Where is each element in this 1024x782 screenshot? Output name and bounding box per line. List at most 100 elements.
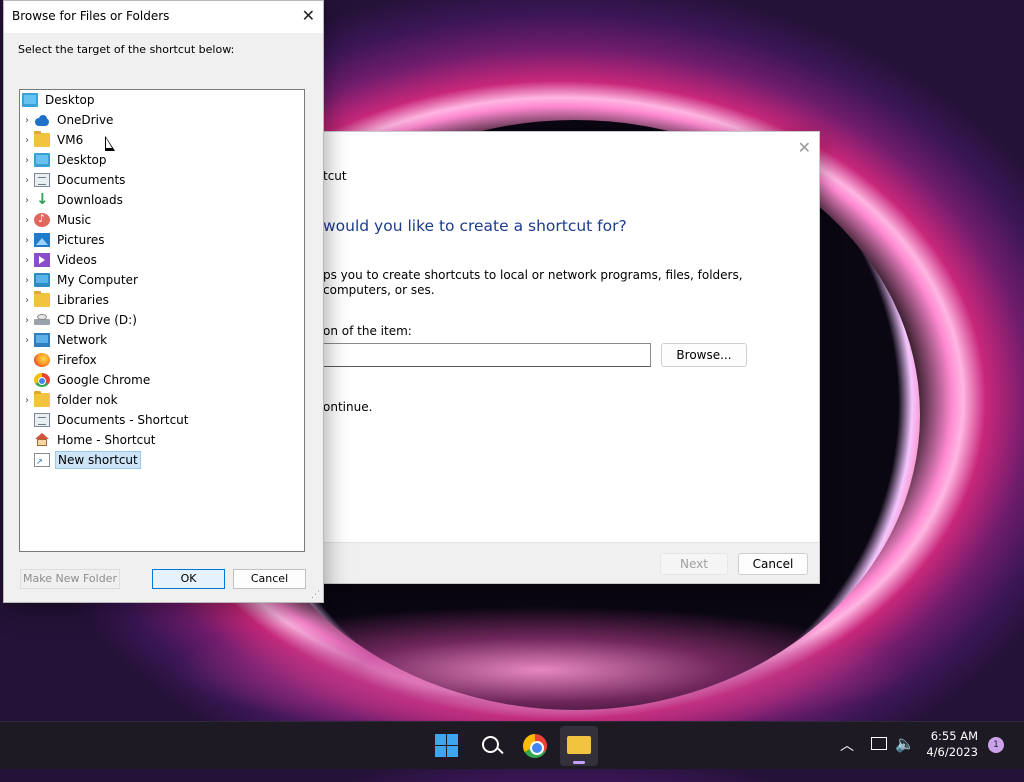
expand-chevron-icon[interactable]: › xyxy=(20,135,34,146)
tree-item-pictures[interactable]: › Pictures xyxy=(20,230,107,250)
tree-item-cd-drive[interactable]: › CD Drive (D:) xyxy=(20,310,139,330)
volume-icon[interactable]: 🔈 xyxy=(895,734,915,781)
tree-item-label: Pictures xyxy=(57,233,105,247)
shortcut-icon xyxy=(34,453,50,467)
browse-button[interactable]: Browse... xyxy=(661,343,747,367)
browse-titlebar[interactable]: Browse for Files or Folders ✕ xyxy=(4,1,323,33)
expand-chevron-icon[interactable]: › xyxy=(20,215,34,226)
wizard-title: tcut xyxy=(323,169,347,183)
tree-item-label: folder nok xyxy=(57,393,118,407)
clock[interactable]: 6:55 AM 4/6/2023 xyxy=(918,728,978,760)
make-new-folder-button[interactable]: Make New Folder xyxy=(20,569,120,589)
tree-item-label: Downloads xyxy=(57,193,123,207)
tree-item-label: Network xyxy=(57,333,108,347)
tree-item-label: Libraries xyxy=(57,293,109,307)
home-icon xyxy=(34,433,50,447)
tree-item-label: New shortcut xyxy=(55,451,141,469)
resize-grip-icon[interactable]: ⋰ xyxy=(311,590,321,600)
wizard-footer: Next Cancel xyxy=(323,542,819,583)
tree-item-label: My Computer xyxy=(57,273,138,287)
expand-chevron-icon[interactable]: › xyxy=(20,275,34,286)
tree-item-label: Documents - Shortcut xyxy=(57,413,189,427)
search-icon[interactable] xyxy=(476,731,506,761)
tree-item-vm6[interactable]: › VM6 xyxy=(20,130,85,150)
desktop-icon xyxy=(22,93,38,107)
tree-item-documents-shortcut[interactable]: Documents - Shortcut xyxy=(20,410,191,430)
documents-icon xyxy=(34,413,50,427)
tree-item-label: Music xyxy=(57,213,92,227)
expand-chevron-icon[interactable]: › xyxy=(20,195,34,206)
cloud-icon xyxy=(34,113,50,127)
taskbar: ︿ 🔈 6:55 AM 4/6/2023 1 xyxy=(0,721,1024,769)
tree-item-my-computer[interactable]: › My Computer xyxy=(20,270,140,290)
expand-chevron-icon[interactable]: › xyxy=(20,295,34,306)
expand-chevron-icon[interactable]: › xyxy=(20,335,34,346)
videos-icon xyxy=(34,253,50,267)
wizard-cancel-button[interactable]: Cancel xyxy=(738,553,808,575)
show-hidden-icons-chevron-icon[interactable]: ︿ xyxy=(840,735,854,782)
download-icon xyxy=(34,190,50,208)
expand-chevron-icon[interactable]: › xyxy=(20,115,34,126)
tree-item-firefox[interactable]: Firefox xyxy=(20,350,99,370)
folder-tree[interactable]: Desktop › OneDrive › VM6 › Desktop › Doc… xyxy=(19,89,305,552)
wizard-heading: would you like to create a shortcut for? xyxy=(323,217,627,235)
tree-item-new-shortcut[interactable]: New shortcut xyxy=(20,450,141,470)
tree-item-google-chrome[interactable]: Google Chrome xyxy=(20,370,152,390)
browse-cancel-button[interactable]: Cancel xyxy=(233,569,306,589)
network-icon xyxy=(34,333,50,347)
tree-item-onedrive[interactable]: › OneDrive xyxy=(20,110,115,130)
location-input[interactable] xyxy=(321,343,651,367)
firefox-icon xyxy=(34,353,50,367)
create-shortcut-wizard: ✕ tcut would you like to create a shortc… xyxy=(321,131,820,584)
pictures-icon xyxy=(34,233,50,247)
folder-icon xyxy=(34,291,50,307)
wizard-close-icon[interactable]: ✕ xyxy=(798,138,811,157)
tree-item-label: Desktop xyxy=(45,93,95,107)
expand-chevron-icon[interactable]: › xyxy=(20,315,34,326)
network-status-icon[interactable] xyxy=(871,737,887,750)
wallpaper-glow xyxy=(0,600,1024,720)
browse-title: Browse for Files or Folders xyxy=(12,9,170,23)
computer-icon xyxy=(34,273,50,287)
browse-close-icon[interactable]: ✕ xyxy=(302,6,315,25)
desktop-icon xyxy=(34,153,50,167)
tree-item-folder-nok[interactable]: › folder nok xyxy=(20,390,120,410)
tree-item-libraries[interactable]: › Libraries xyxy=(20,290,111,310)
location-label: on of the item: xyxy=(323,324,412,338)
tree-item-label: CD Drive (D:) xyxy=(57,313,137,327)
tree-item-label: Google Chrome xyxy=(57,373,151,387)
expand-chevron-icon[interactable]: › xyxy=(20,235,34,246)
tree-item-music[interactable]: › Music xyxy=(20,210,93,230)
next-button[interactable]: Next xyxy=(660,553,728,575)
tree-item-label: VM6 xyxy=(57,133,84,147)
chrome-icon[interactable] xyxy=(520,731,550,761)
clock-date: 4/6/2023 xyxy=(926,745,978,759)
expand-chevron-icon[interactable]: › xyxy=(20,395,34,406)
folder-icon xyxy=(34,391,50,407)
notification-badge[interactable]: 1 xyxy=(988,737,1004,753)
tree-item-videos[interactable]: › Videos xyxy=(20,250,99,270)
wizard-description: ps you to create shortcuts to local or n… xyxy=(323,268,743,297)
tree-item-label: Documents xyxy=(57,173,126,187)
ok-button[interactable]: OK xyxy=(152,569,225,589)
tree-item-documents[interactable]: › Documents xyxy=(20,170,127,190)
expand-chevron-icon[interactable]: › xyxy=(20,175,34,186)
drive-icon xyxy=(34,313,50,327)
tree-item-network[interactable]: › Network xyxy=(20,330,109,350)
tree-item-label: Videos xyxy=(57,253,97,267)
start-icon[interactable] xyxy=(432,731,462,761)
tree-item-label: Home - Shortcut xyxy=(57,433,156,447)
expand-chevron-icon[interactable]: › xyxy=(20,155,34,166)
tree-item-downloads[interactable]: › Downloads xyxy=(20,190,125,210)
music-icon xyxy=(34,212,50,227)
tree-item-desktop-root[interactable]: Desktop xyxy=(22,90,97,110)
browse-instruction: Select the target of the shortcut below: xyxy=(18,43,235,56)
tree-item-desktop[interactable]: › Desktop xyxy=(20,150,109,170)
file-explorer-icon[interactable] xyxy=(560,726,598,766)
browse-dialog: Browse for Files or Folders ✕ Select the… xyxy=(3,0,324,603)
tree-item-label: Firefox xyxy=(57,353,97,367)
chrome-icon xyxy=(34,373,50,387)
tree-item-home-shortcut[interactable]: Home - Shortcut xyxy=(20,430,158,450)
continue-text: ontinue. xyxy=(323,400,373,414)
expand-chevron-icon[interactable]: › xyxy=(20,255,34,266)
